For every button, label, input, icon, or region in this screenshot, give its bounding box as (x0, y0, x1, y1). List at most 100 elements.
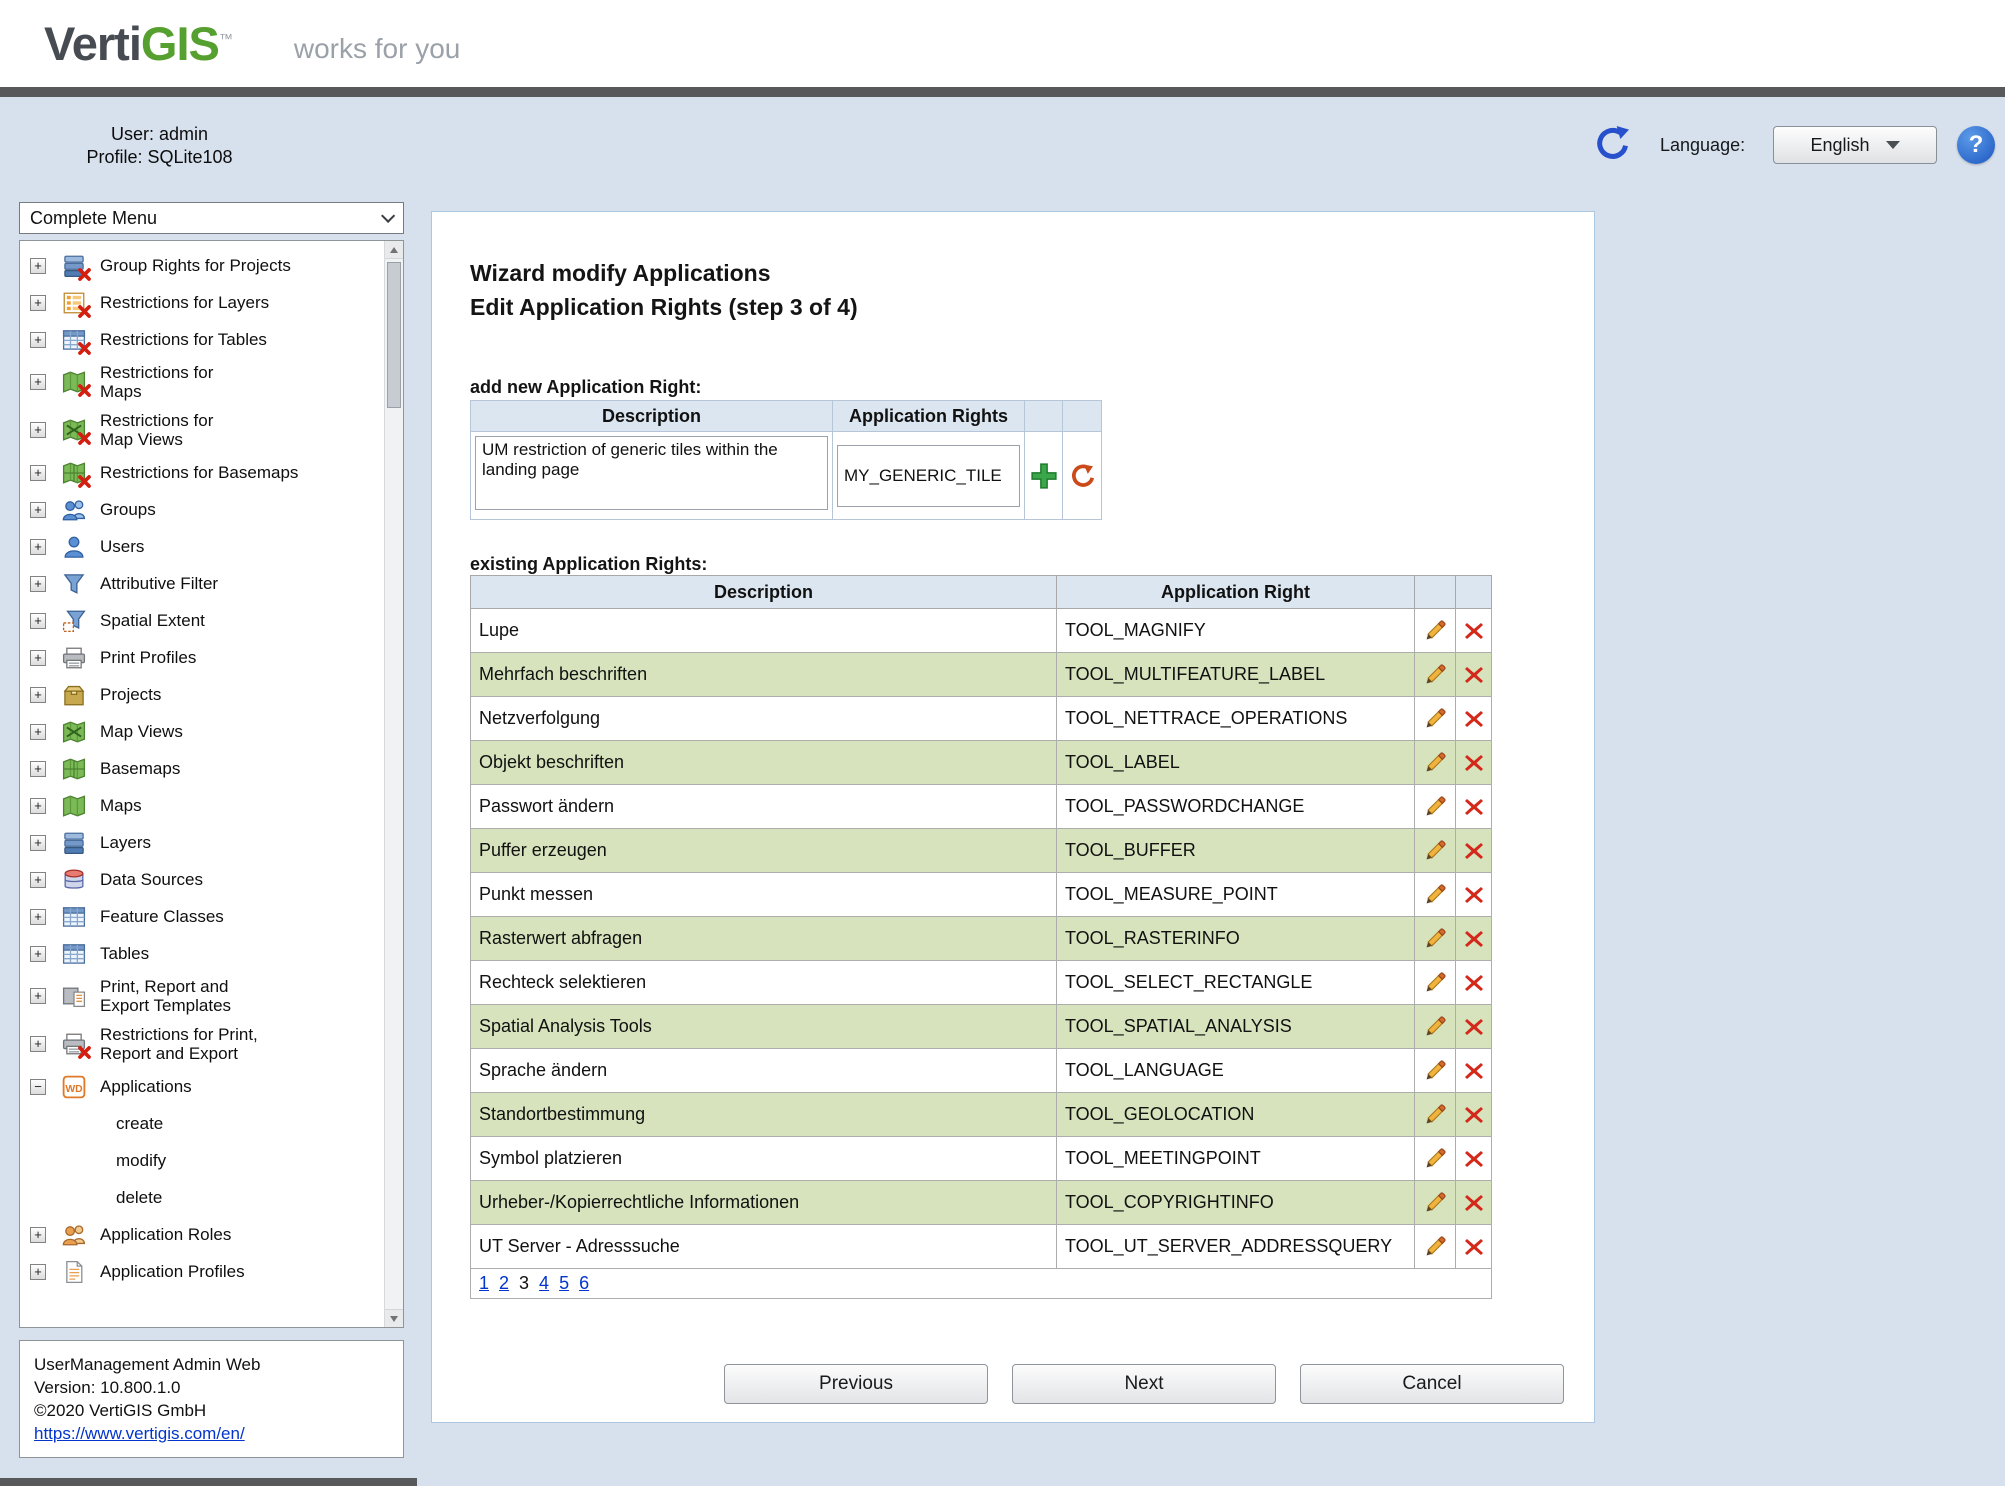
expand-toggle-icon[interactable]: + (30, 946, 46, 962)
edit-pencil-icon[interactable] (1422, 1190, 1448, 1216)
sidebar-item-groups[interactable]: +Groups (30, 491, 377, 528)
expand-toggle-icon[interactable]: + (30, 650, 46, 666)
expand-toggle-icon[interactable]: + (30, 258, 46, 274)
refresh-icon[interactable] (1593, 124, 1633, 164)
sidebar-item-create[interactable]: create (30, 1105, 377, 1142)
sidebar-item-tables[interactable]: +Tables (30, 935, 377, 972)
sidebar-item-applications[interactable]: −WDApplications (30, 1068, 377, 1105)
edit-pencil-icon[interactable] (1422, 882, 1448, 908)
sidebar-item-basemaps[interactable]: +Basemaps (30, 750, 377, 787)
sidebar-item-delete[interactable]: delete (30, 1179, 377, 1216)
expand-toggle-icon[interactable]: + (30, 909, 46, 925)
sidebar-item-group-rights-for-projects[interactable]: +Group Rights for Projects (30, 247, 377, 284)
edit-pencil-icon[interactable] (1422, 750, 1448, 776)
delete-x-icon[interactable] (1462, 795, 1486, 819)
expand-toggle-icon[interactable]: + (30, 1227, 46, 1243)
delete-x-icon[interactable] (1462, 839, 1486, 863)
expand-toggle-icon[interactable]: + (30, 422, 46, 438)
help-icon[interactable]: ? (1957, 126, 1995, 164)
edit-pencil-icon[interactable] (1422, 1146, 1448, 1172)
expand-toggle-icon[interactable]: + (30, 835, 46, 851)
expand-toggle-icon[interactable]: + (30, 724, 46, 740)
edit-pencil-icon[interactable] (1422, 926, 1448, 952)
collapse-toggle-icon[interactable]: − (30, 1079, 46, 1095)
edit-pencil-icon[interactable] (1422, 706, 1448, 732)
delete-x-icon[interactable] (1462, 1059, 1486, 1083)
page-link[interactable]: 6 (579, 1273, 589, 1294)
delete-x-icon[interactable] (1462, 1015, 1486, 1039)
expand-toggle-icon[interactable]: + (30, 576, 46, 592)
page-link[interactable]: 1 (479, 1273, 489, 1294)
sidebar-item-print-profiles[interactable]: +Print Profiles (30, 639, 377, 676)
delete-x-icon[interactable] (1462, 971, 1486, 995)
scrollbar-thumb[interactable] (387, 262, 401, 408)
sidebar-item-restrictions-for-tables[interactable]: +Restrictions for Tables (30, 321, 377, 358)
page-link[interactable]: 4 (539, 1273, 549, 1294)
delete-x-icon[interactable] (1462, 751, 1486, 775)
sidebar-item-restrictions-for-basemaps[interactable]: +Restrictions for Basemaps (30, 454, 377, 491)
expand-toggle-icon[interactable]: + (30, 1036, 46, 1052)
expand-toggle-icon[interactable]: + (30, 988, 46, 1004)
expand-toggle-icon[interactable]: + (30, 502, 46, 518)
vertigis-link[interactable]: https://www.vertigis.com/en/ (34, 1424, 245, 1443)
delete-x-icon[interactable] (1462, 1235, 1486, 1259)
delete-x-icon[interactable] (1462, 1147, 1486, 1171)
edit-pencil-icon[interactable] (1422, 1102, 1448, 1128)
scroll-down-button[interactable] (385, 1309, 403, 1327)
delete-x-icon[interactable] (1462, 1103, 1486, 1127)
sidebar-item-layers[interactable]: +Layers (30, 824, 377, 861)
delete-x-icon[interactable] (1462, 883, 1486, 907)
sidebar-item-spatial-extent[interactable]: +Spatial Extent (30, 602, 377, 639)
expand-toggle-icon[interactable]: + (30, 1264, 46, 1280)
edit-pencil-icon[interactable] (1422, 618, 1448, 644)
expand-toggle-icon[interactable]: + (30, 539, 46, 555)
sidebar-item-map-views[interactable]: +Map Views (30, 713, 377, 750)
expand-toggle-icon[interactable]: + (30, 687, 46, 703)
delete-x-icon[interactable] (1462, 1191, 1486, 1215)
tree-scrollbar[interactable] (384, 241, 403, 1327)
edit-pencil-icon[interactable] (1422, 1058, 1448, 1084)
scroll-up-button[interactable] (385, 241, 403, 259)
sidebar-item-print-report-and-export-templates[interactable]: +Print, Report and Export Templates (30, 972, 377, 1020)
edit-pencil-icon[interactable] (1422, 838, 1448, 864)
sidebar-item-attributive-filter[interactable]: +Attributive Filter (30, 565, 377, 602)
edit-pencil-icon[interactable] (1422, 1014, 1448, 1040)
sidebar-item-restrictions-for-maps[interactable]: +Restrictions for Maps (30, 358, 377, 406)
sidebar-item-projects[interactable]: +Projects (30, 676, 377, 713)
new-right-name-input[interactable] (837, 445, 1020, 507)
delete-x-icon[interactable] (1462, 619, 1486, 643)
delete-x-icon[interactable] (1462, 707, 1486, 731)
expand-toggle-icon[interactable]: + (30, 761, 46, 777)
previous-button[interactable]: Previous (724, 1364, 988, 1404)
expand-toggle-icon[interactable]: + (30, 374, 46, 390)
expand-toggle-icon[interactable]: + (30, 872, 46, 888)
delete-x-icon[interactable] (1462, 663, 1486, 687)
expand-toggle-icon[interactable]: + (30, 613, 46, 629)
sidebar-item-application-profiles[interactable]: +Application Profiles (30, 1253, 377, 1290)
page-link[interactable]: 5 (559, 1273, 569, 1294)
edit-pencil-icon[interactable] (1422, 970, 1448, 996)
expand-toggle-icon[interactable]: + (30, 332, 46, 348)
sidebar-item-users[interactable]: +Users (30, 528, 377, 565)
sidebar-item-feature-classes[interactable]: +Feature Classes (30, 898, 377, 935)
new-right-description-input[interactable]: UM restriction of generic tiles within t… (475, 436, 828, 510)
page-link[interactable]: 2 (499, 1273, 509, 1294)
cancel-button[interactable]: Cancel (1300, 1364, 1564, 1404)
menu-select[interactable]: Complete Menu (19, 202, 404, 234)
sidebar-item-data-sources[interactable]: +Data Sources (30, 861, 377, 898)
sidebar-item-application-roles[interactable]: +Application Roles (30, 1216, 377, 1253)
delete-x-icon[interactable] (1462, 927, 1486, 951)
edit-pencil-icon[interactable] (1422, 1234, 1448, 1260)
edit-pencil-icon[interactable] (1422, 794, 1448, 820)
sidebar-item-maps[interactable]: +Maps (30, 787, 377, 824)
add-plus-icon[interactable] (1029, 461, 1059, 491)
sidebar-item-restrictions-for-layers[interactable]: +Restrictions for Layers (30, 284, 377, 321)
undo-arrow-icon[interactable] (1068, 462, 1096, 490)
sidebar-item-restrictions-for-print-report-and-export[interactable]: +Restrictions for Print, Report and Expo… (30, 1020, 377, 1068)
language-select[interactable]: English (1773, 126, 1937, 164)
sidebar-item-restrictions-for-map-views[interactable]: +Restrictions for Map Views (30, 406, 377, 454)
sidebar-item-modify[interactable]: modify (30, 1142, 377, 1179)
expand-toggle-icon[interactable]: + (30, 798, 46, 814)
next-button[interactable]: Next (1012, 1364, 1276, 1404)
expand-toggle-icon[interactable]: + (30, 465, 46, 481)
